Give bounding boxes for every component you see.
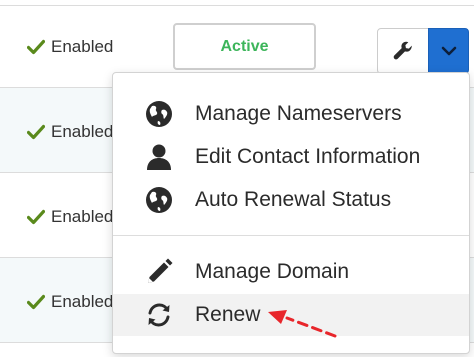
menu-item-label: Manage Nameservers <box>195 102 402 125</box>
menu-item-label: Renew <box>195 303 261 326</box>
check-icon <box>27 294 45 310</box>
status-label: Enabled <box>51 207 114 226</box>
status-enabled: Enabled <box>27 37 113 57</box>
user-icon <box>143 141 175 173</box>
menu-item-manage-domain[interactable]: Manage Domain <box>113 251 469 293</box>
dropdown-toggle-button[interactable] <box>428 28 469 74</box>
status-enabled: Enabled <box>27 122 113 142</box>
check-icon <box>27 209 45 225</box>
globe-icon <box>143 98 175 130</box>
menu-item-label: Edit Contact Information <box>195 145 421 168</box>
refresh-icon <box>143 299 175 331</box>
menu-item-edit-contact-information[interactable]: Edit Contact Information <box>113 136 469 178</box>
tools-button[interactable] <box>377 28 429 74</box>
status-enabled: Enabled <box>27 207 113 227</box>
menu-item-label: Manage Domain <box>195 260 350 283</box>
chevron-down-icon <box>441 46 456 56</box>
status-label: Enabled <box>51 37 114 56</box>
annotation-arrow-icon <box>268 310 337 338</box>
globe-icon <box>143 184 175 216</box>
wrench-icon <box>393 41 412 60</box>
menu-divider <box>113 235 469 236</box>
status-enabled: Enabled <box>27 292 113 312</box>
check-icon <box>27 39 45 55</box>
menu-item-label: Auto Renewal Status <box>195 188 392 211</box>
check-icon <box>27 124 45 140</box>
pencil-icon <box>143 256 175 288</box>
menu-item-manage-nameservers[interactable]: Manage Nameservers <box>113 93 469 135</box>
active-button[interactable]: Active <box>173 23 316 70</box>
status-label: Enabled <box>51 122 114 141</box>
menu-item-auto-renewal-status[interactable]: Auto Renewal Status <box>113 179 469 221</box>
status-label: Enabled <box>51 292 114 311</box>
